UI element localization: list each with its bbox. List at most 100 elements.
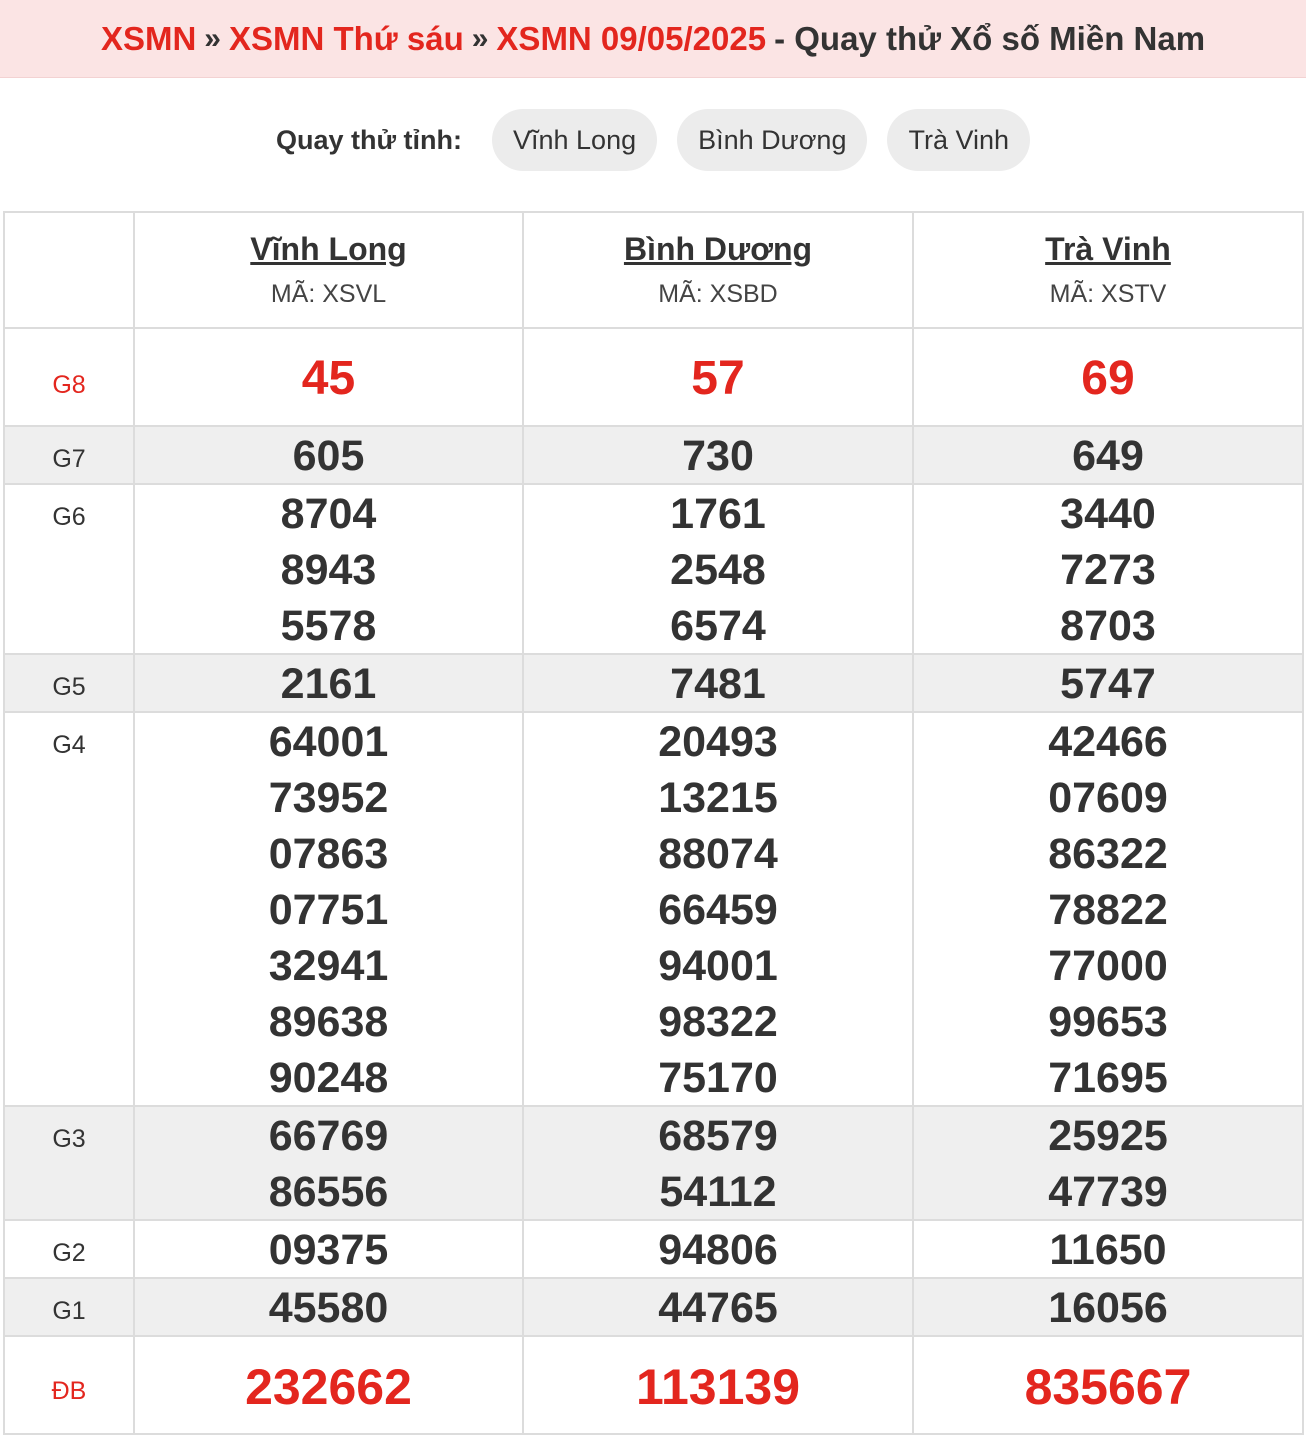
prize-label: G8 bbox=[3, 327, 135, 427]
prize-cell: 1761 2548 6574 bbox=[522, 483, 914, 655]
prize-cell: 232662 bbox=[133, 1335, 524, 1435]
prize-number: 78822 bbox=[1048, 886, 1168, 934]
prize-number: 13215 bbox=[658, 774, 778, 822]
prize-cell: 69 bbox=[912, 327, 1304, 427]
prize-cell: 45 bbox=[133, 327, 524, 427]
results-table: Vĩnh Long MÃ: XSVL Bình Dương MÃ: XSBD T… bbox=[3, 211, 1304, 1435]
prize-cell: 730 bbox=[522, 425, 914, 485]
prize-label: G7 bbox=[3, 425, 135, 485]
table-header-row: Vĩnh Long MÃ: XSVL Bình Dương MÃ: XSBD T… bbox=[3, 211, 1304, 329]
prize-cell: 42466 07609 86322 78822 77000 99653 71695 bbox=[912, 711, 1304, 1107]
province-picker: Quay thử tỉnh: Vĩnh Long Bình Dương Trà … bbox=[0, 108, 1306, 172]
breadcrumb-xsmn-friday-link[interactable]: XSMN Thứ sáu bbox=[229, 20, 464, 58]
prize-number: 07751 bbox=[268, 886, 389, 934]
province-code: MÃ: XSBD bbox=[658, 280, 778, 308]
prize-cell: 20493 13215 88074 66459 94001 98322 75170 bbox=[522, 711, 914, 1107]
prize-row-g5: G5 2161 7481 5747 bbox=[3, 653, 1304, 713]
prize-number: 99653 bbox=[1048, 998, 1168, 1046]
prize-cell: 649 bbox=[912, 425, 1304, 485]
prize-cell: 09375 bbox=[133, 1219, 524, 1279]
province-header-vinh-long: Vĩnh Long MÃ: XSVL bbox=[133, 211, 524, 329]
breadcrumb-xsmn-date-link[interactable]: XSMN 09/05/2025 bbox=[496, 20, 766, 58]
prize-number: 71695 bbox=[1048, 1054, 1168, 1102]
prize-label: G4 bbox=[3, 711, 135, 1107]
prize-row-g3: G3 66769 86556 68579 54112 25925 47739 bbox=[3, 1105, 1304, 1221]
prize-cell: 66769 86556 bbox=[133, 1105, 524, 1221]
prize-number: 68579 bbox=[658, 1112, 778, 1160]
prize-number: 232662 bbox=[245, 1359, 412, 1415]
prize-number: 77000 bbox=[1048, 942, 1168, 990]
breadcrumb-separator: » bbox=[204, 21, 221, 55]
prize-number: 57 bbox=[691, 352, 745, 405]
prize-number: 07863 bbox=[268, 830, 389, 878]
prize-number: 8704 bbox=[280, 490, 377, 538]
quay-thu-vinh-long-button[interactable]: Vĩnh Long bbox=[492, 109, 658, 171]
prize-cell: 57 bbox=[522, 327, 914, 427]
breadcrumb-separator: » bbox=[471, 21, 489, 55]
prize-number: 11650 bbox=[1049, 1226, 1167, 1274]
prize-number: 54112 bbox=[659, 1168, 777, 1216]
prize-number: 5747 bbox=[1060, 660, 1156, 708]
quay-thu-binh-duong-button[interactable]: Bình Dương bbox=[677, 109, 868, 171]
prize-number: 94001 bbox=[658, 942, 778, 990]
prize-cell: 605 bbox=[133, 425, 524, 485]
prize-number: 07609 bbox=[1048, 774, 1168, 822]
prize-cell: 64001 73952 07863 07751 32941 89638 90248 bbox=[133, 711, 524, 1107]
page-title: - Quay thử Xổ số Miền Nam bbox=[774, 19, 1206, 57]
prize-number: 7481 bbox=[670, 660, 766, 708]
prize-label: G5 bbox=[3, 653, 135, 713]
prize-number: 835667 bbox=[1024, 1359, 1192, 1415]
breadcrumb-xsmn-link[interactable]: XSMN bbox=[101, 20, 196, 58]
prize-cell: 45580 bbox=[133, 1277, 524, 1337]
province-code: MÃ: XSVL bbox=[270, 280, 387, 308]
prize-number: 98322 bbox=[658, 998, 778, 1046]
prize-number: 8703 bbox=[1060, 602, 1156, 650]
prize-cell: 2161 bbox=[133, 653, 524, 713]
province-link-tra-vinh[interactable]: Trà Vinh bbox=[914, 231, 1302, 268]
prize-number: 32941 bbox=[268, 942, 389, 990]
prize-cell: 3440 7273 8703 bbox=[912, 483, 1304, 655]
prize-row-g7: G7 605 730 649 bbox=[3, 425, 1304, 485]
prize-cell: 11650 bbox=[912, 1219, 1304, 1279]
prize-number: 25925 bbox=[1048, 1112, 1168, 1160]
breadcrumb: XSMN » XSMN Thứ sáu » XSMN 09/05/2025 - … bbox=[0, 0, 1306, 78]
prize-label: G3 bbox=[3, 1105, 135, 1221]
prize-number: 8943 bbox=[280, 546, 377, 594]
province-code: MÃ: XSTV bbox=[1049, 280, 1167, 308]
prize-row-g4: G4 64001 73952 07863 07751 32941 89638 90248 204… bbox=[3, 711, 1304, 1107]
prize-cell: 68579 54112 bbox=[522, 1105, 914, 1221]
prize-label: G2 bbox=[3, 1219, 135, 1279]
prize-cell: 16056 bbox=[912, 1277, 1304, 1337]
prize-number: 88074 bbox=[658, 830, 778, 878]
prize-cell: 8704 8943 5578 bbox=[133, 483, 524, 655]
prize-number: 47739 bbox=[1048, 1168, 1168, 1216]
prize-label: G6 bbox=[3, 483, 135, 655]
prize-number: 1761 bbox=[670, 490, 766, 538]
prize-number: 86322 bbox=[1048, 830, 1168, 878]
prize-number: 69 bbox=[1081, 352, 1135, 405]
prize-number: 66769 bbox=[268, 1112, 389, 1160]
prize-number: 94806 bbox=[658, 1226, 778, 1274]
province-link-binh-duong[interactable]: Bình Dương bbox=[524, 231, 912, 268]
prize-cell: 25925 47739 bbox=[912, 1105, 1304, 1221]
prize-row-g2: G2 09375 94806 11650 bbox=[3, 1219, 1304, 1279]
quay-thu-tra-vinh-button[interactable]: Trà Vinh bbox=[887, 109, 1031, 171]
prize-label: G1 bbox=[3, 1277, 135, 1337]
prize-number: 649 bbox=[1072, 432, 1144, 480]
prize-number: 66459 bbox=[658, 886, 778, 934]
prize-number: 89638 bbox=[268, 998, 389, 1046]
prize-number: 605 bbox=[292, 432, 365, 480]
prize-row-g8: G8 45 57 69 bbox=[3, 327, 1304, 427]
province-header-tra-vinh: Trà Vinh MÃ: XSTV bbox=[912, 211, 1304, 329]
prize-number: 90248 bbox=[268, 1054, 389, 1102]
prize-cell: 44765 bbox=[522, 1277, 914, 1337]
picker-label: Quay thử tỉnh: bbox=[275, 124, 462, 155]
prize-cell: 5747 bbox=[912, 653, 1304, 713]
prize-cell: 835667 bbox=[912, 1335, 1304, 1435]
prize-number: 16056 bbox=[1048, 1284, 1168, 1332]
prize-number: 7273 bbox=[1060, 546, 1156, 594]
province-link-vinh-long[interactable]: Vĩnh Long bbox=[135, 231, 522, 268]
prize-number: 45580 bbox=[268, 1284, 389, 1332]
prize-number: 20493 bbox=[658, 718, 778, 766]
prize-number: 42466 bbox=[1048, 718, 1168, 766]
